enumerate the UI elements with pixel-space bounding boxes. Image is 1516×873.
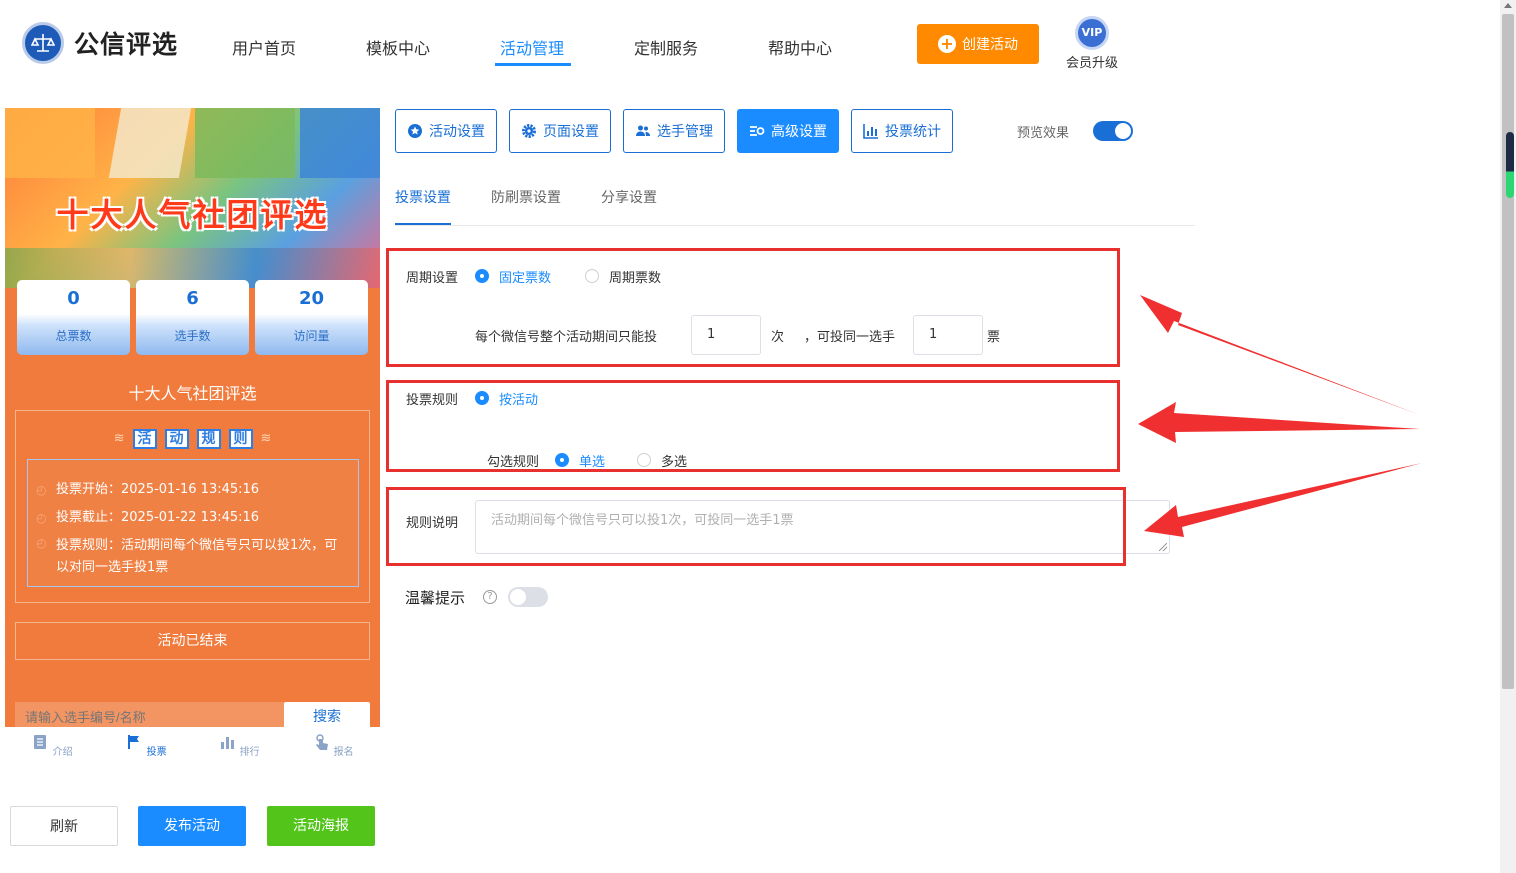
tab-label: 投票统计 bbox=[885, 124, 941, 140]
vote-rule-text: 投票规则：活动期间每个微信号只可以投1次，可以对同一选手投1票 bbox=[36, 532, 348, 579]
tab-vote[interactable]: 投票 bbox=[116, 733, 176, 758]
subtab-share-settings[interactable]: 分享设置 bbox=[601, 187, 657, 207]
gear-icon bbox=[522, 124, 536, 138]
subtab-divider bbox=[395, 225, 1195, 226]
nav-home[interactable]: 用户首页 bbox=[232, 35, 296, 59]
tab-signup[interactable]: 报名 bbox=[303, 733, 363, 758]
activity-title: 十大人气社团评选 bbox=[128, 384, 257, 403]
nav-activity-management[interactable]: 活动管理 bbox=[500, 35, 564, 59]
activity-ended-banner: 活动已结束 bbox=[15, 622, 370, 660]
create-activity-label: 创建活动 bbox=[962, 37, 1018, 53]
tab-vote-statistics[interactable]: 投票统计 bbox=[851, 109, 953, 153]
calligraphy-illustration bbox=[108, 108, 192, 178]
tab-label: 介绍 bbox=[52, 747, 73, 758]
wave-decoration-icon: ≋ bbox=[113, 431, 125, 446]
tab-player-management[interactable]: 选手管理 bbox=[623, 109, 725, 153]
rules-heading-char: 则 bbox=[228, 429, 253, 449]
annotation-arrows bbox=[1138, 295, 1422, 537]
tab-advanced-settings[interactable]: 高级设置 bbox=[737, 109, 839, 153]
stat-total-votes: 0 总票数 bbox=[17, 280, 130, 355]
arrow-to-period-icon bbox=[1140, 295, 1420, 415]
users-icon bbox=[636, 125, 650, 136]
rules-heading: ≋ 活 动 规 则 ≋ bbox=[16, 429, 369, 449]
tab-label: 报名 bbox=[333, 747, 354, 758]
plus-circle-icon: + bbox=[938, 35, 956, 53]
flag-icon bbox=[128, 735, 140, 749]
painting-illustration bbox=[195, 108, 295, 178]
vip-upgrade-label: 会员升级 bbox=[1065, 56, 1118, 71]
stat-label: 选手数 bbox=[174, 329, 211, 343]
wave-decoration-icon: ≋ bbox=[260, 431, 272, 446]
tab-label: 选手管理 bbox=[657, 124, 713, 140]
highlight-box-vote-rule bbox=[386, 380, 1120, 472]
banner-title: 十大人气社团评选 bbox=[56, 196, 329, 234]
nav-templates[interactable]: 模板中心 bbox=[366, 35, 430, 59]
refresh-button[interactable]: 刷新 bbox=[10, 806, 118, 846]
mobile-tabbar: 介绍 投票 排行 报名 bbox=[5, 727, 380, 777]
nav-help-center[interactable]: 帮助中心 bbox=[768, 35, 832, 59]
preview-toggle[interactable] bbox=[1093, 121, 1133, 141]
tab-page-settings[interactable]: 页面设置 bbox=[509, 109, 611, 153]
nav-custom-service[interactable]: 定制服务 bbox=[634, 35, 698, 59]
star-icon bbox=[408, 124, 422, 138]
scales-logo-icon bbox=[22, 22, 64, 64]
stat-label: 总票数 bbox=[55, 329, 92, 343]
stat-value: 6 bbox=[186, 288, 199, 309]
search-button[interactable]: 搜索 bbox=[284, 702, 370, 728]
stat-value: 20 bbox=[298, 288, 325, 309]
player-search-input[interactable] bbox=[15, 702, 285, 728]
publish-activity-button[interactable]: 发布活动 bbox=[138, 806, 246, 846]
tab-label: 页面设置 bbox=[543, 124, 599, 140]
hand-pointer-icon bbox=[316, 734, 329, 750]
bar-chart-icon bbox=[221, 737, 235, 749]
rules-heading-char: 动 bbox=[164, 429, 189, 449]
activity-poster-button[interactable]: 活动海报 bbox=[267, 806, 375, 846]
rules-heading-char: 规 bbox=[196, 429, 221, 449]
guitar-illustration bbox=[5, 108, 95, 178]
tab-label: 投票 bbox=[146, 747, 167, 758]
warm-tip-toggle[interactable] bbox=[508, 587, 548, 607]
rules-details: 投票开始：2025-01-16 13:45:16 投票截止：2025-01-22… bbox=[27, 459, 359, 587]
vote-end-time: 投票截止：2025-01-22 13:45:16 bbox=[36, 504, 348, 532]
nav-active-underline bbox=[495, 63, 571, 66]
tab-label: 活动设置 bbox=[429, 124, 485, 140]
activity-banner: 十大人气社团评选 bbox=[5, 108, 380, 288]
arrow-to-rule-desc-icon bbox=[1144, 463, 1422, 537]
activity-rules-panel: ≋ 活 动 规 则 ≋ 投票开始：2025-01-16 13:45:16 投票截… bbox=[15, 410, 370, 603]
tab-label: 排行 bbox=[239, 747, 260, 758]
scrollbar-thumb[interactable] bbox=[1502, 14, 1514, 689]
vip-upgrade[interactable]: VIP 会员升级 bbox=[1064, 16, 1120, 71]
stat-player-count: 6 选手数 bbox=[136, 280, 249, 355]
sliders-icon bbox=[750, 126, 765, 136]
scroll-widget bbox=[1506, 132, 1514, 198]
rules-heading-char: 活 bbox=[132, 429, 157, 449]
brand-logo[interactable]: 公信评选 bbox=[22, 22, 178, 64]
tab-label: 高级设置 bbox=[771, 124, 827, 140]
brand-name: 公信评选 bbox=[74, 30, 179, 59]
stat-value: 0 bbox=[67, 288, 80, 309]
tab-intro[interactable]: 介绍 bbox=[22, 733, 82, 758]
tab-ranking[interactable]: 排行 bbox=[209, 733, 269, 758]
dance-illustration bbox=[300, 108, 380, 178]
mobile-preview: 十大人气社团评选 0 总票数 6 选手数 20 访问量 十大人气社团评选 ≋ 活… bbox=[5, 108, 380, 728]
create-activity-button[interactable]: + 创建活动 bbox=[917, 24, 1039, 64]
highlight-box-rule-desc bbox=[386, 487, 1126, 566]
subtab-anti-fraud[interactable]: 防刷票设置 bbox=[491, 187, 561, 207]
tab-activity-settings[interactable]: 活动设置 bbox=[395, 109, 497, 153]
highlight-box-period bbox=[386, 248, 1120, 367]
preview-toggle-label: 预览效果 bbox=[1017, 126, 1070, 141]
subtab-vote-settings[interactable]: 投票设置 bbox=[395, 187, 451, 207]
document-icon bbox=[34, 735, 47, 749]
stat-label: 访问量 bbox=[293, 329, 330, 343]
warm-tip-label: 温馨提示 bbox=[405, 589, 466, 607]
help-icon[interactable]: ? bbox=[483, 590, 497, 604]
player-search: 搜索 bbox=[5, 702, 380, 728]
arrow-to-vote-rule-icon bbox=[1138, 402, 1420, 443]
scroll-up-arrow-icon[interactable] bbox=[1504, 3, 1512, 8]
vote-start-time: 投票开始：2025-01-16 13:45:16 bbox=[36, 476, 348, 504]
stat-visits: 20 访问量 bbox=[255, 280, 368, 355]
bar-chart-icon bbox=[863, 124, 878, 139]
vip-badge-icon: VIP bbox=[1075, 16, 1109, 50]
